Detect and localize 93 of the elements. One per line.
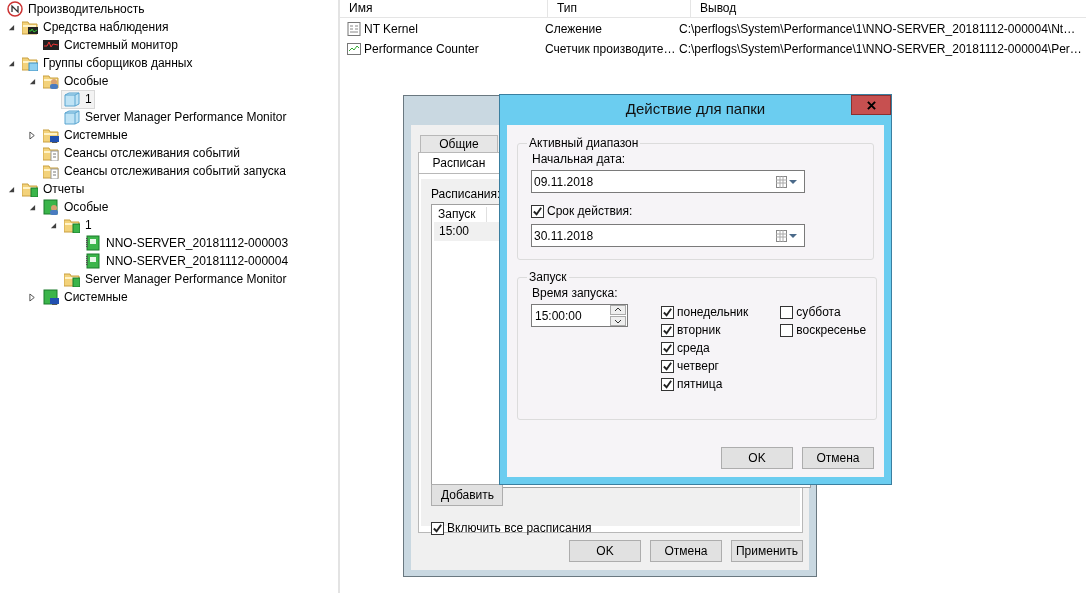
group-title: Запуск: [528, 270, 568, 284]
tab[interactable]: Общие: [420, 135, 498, 152]
checkbox[interactable]: [661, 323, 674, 337]
calendar-dropdown-icon[interactable]: [776, 175, 798, 188]
checkbox-option[interactable]: среда: [661, 339, 749, 357]
checkbox-option[interactable]: понедельник: [661, 303, 749, 321]
folder-icon: [43, 127, 59, 143]
tree-item[interactable]: Производительность: [4, 0, 148, 19]
dialog-button[interactable]: Отмена: [650, 540, 722, 562]
monitor-icon: [43, 37, 59, 53]
checkbox-option[interactable]: вторник: [661, 321, 749, 339]
time-field[interactable]: 15:00:00: [531, 304, 628, 327]
checkbox-option[interactable]: суббота: [780, 303, 867, 321]
report-group-icon: [43, 289, 59, 305]
checkbox[interactable]: [780, 305, 794, 319]
tree-item[interactable]: Системный монитор: [40, 35, 181, 55]
column-header[interactable]: Имя: [340, 0, 548, 17]
folder-icon: [64, 271, 80, 287]
folder-icon: [22, 19, 38, 35]
table-cell-text: Слежение: [544, 21, 603, 36]
tree-item[interactable]: Особые: [40, 71, 112, 91]
schedules-label: Расписания:: [431, 187, 502, 201]
folder-icon: [64, 217, 80, 233]
tree-item[interactable]: NNO-SERVER_20181112-000004: [82, 251, 292, 271]
tree-item[interactable]: Server Manager Performance Monitor: [61, 107, 290, 127]
schedule-row[interactable]: 15:00: [434, 222, 499, 241]
collapse-arrow-icon[interactable]: [29, 77, 36, 85]
tree-item[interactable]: Сеансы отслеживания событий: [40, 143, 243, 163]
tree-item[interactable]: Системные: [40, 125, 131, 145]
folder-icon: [43, 145, 59, 161]
collapse-arrow-icon[interactable]: [8, 185, 15, 193]
tree-item[interactable]: Server Manager Performance Monitor: [61, 269, 290, 289]
tab[interactable]: Расписан: [418, 152, 500, 173]
checkbox[interactable]: [661, 341, 674, 355]
column-header[interactable]: Тип: [548, 0, 691, 17]
group-title: Активный диапазон: [528, 136, 640, 150]
tree-item[interactable]: Системные: [40, 287, 131, 307]
report-icon: [85, 253, 101, 269]
report-group-icon: [43, 199, 59, 215]
dialog-button[interactable]: OK: [721, 447, 793, 469]
expand-arrow-icon[interactable]: [29, 292, 36, 302]
field-label: Начальная дата:: [532, 152, 627, 166]
collapse-arrow-icon[interactable]: [29, 203, 36, 211]
table-cell: NT Kernel: [364, 21, 418, 36]
column-header[interactable]: Вывод: [691, 0, 1086, 17]
spin-down-icon[interactable]: [610, 316, 626, 326]
folder-icon: [43, 73, 59, 89]
document-icon: [347, 21, 361, 36]
dialog-button[interactable]: Применить: [731, 540, 803, 562]
checkbox-option[interactable]: воскресенье: [780, 321, 867, 339]
checkbox[interactable]: [661, 359, 674, 373]
table-cell-text: C:\perflogs\System\Performance\1\NNO-SERVER_20181112-000004\Per…: [678, 41, 1083, 56]
dialog-button[interactable]: Отмена: [802, 447, 874, 469]
cube-icon: [64, 109, 80, 125]
tree-item[interactable]: Сеансы отслеживания событий запуска: [40, 161, 289, 181]
chart-icon: [347, 41, 361, 56]
table-cell: Performance Counter: [364, 41, 479, 56]
window-title: Действие для папки: [625, 100, 766, 117]
tree-item[interactable]: NNO-SERVER_20181112-000003: [82, 233, 292, 253]
report-icon: [85, 235, 101, 251]
add-button[interactable]: Добавить: [431, 484, 503, 506]
checkbox[interactable]: [431, 521, 444, 535]
dialog-button[interactable]: OK: [569, 540, 641, 562]
tree-item[interactable]: 1: [61, 215, 95, 235]
table-cell-text: C:\perflogs\System\Performance\1\NNO-SERVER_20181112-000004\Nt…: [678, 21, 1077, 36]
collapse-arrow-icon[interactable]: [8, 59, 15, 67]
tree-item[interactable]: Группы сборщиков данных: [19, 53, 196, 73]
close-button[interactable]: [851, 95, 891, 115]
checkbox-option[interactable]: Включить все расписания: [431, 521, 800, 535]
date-field[interactable]: 30.11.2018: [531, 224, 805, 247]
collapse-arrow-icon[interactable]: [8, 23, 15, 31]
folder-icon: [22, 55, 38, 71]
tree-item[interactable]: Отчеты: [19, 179, 88, 199]
calendar-dropdown-icon[interactable]: [776, 229, 798, 242]
checkbox[interactable]: [780, 323, 794, 337]
checkbox-option[interactable]: пятница: [661, 375, 749, 393]
checkbox-option[interactable]: четверг: [661, 357, 749, 375]
field-label: Время запуска:: [532, 286, 619, 300]
checkbox-option[interactable]: Срок действия:: [531, 204, 863, 218]
folder-icon: [22, 181, 38, 197]
tree-item[interactable]: Особые: [40, 197, 112, 217]
checkbox[interactable]: [531, 204, 544, 218]
cube-icon: [64, 91, 80, 107]
close-icon: [866, 100, 876, 110]
tree-item[interactable]: 1: [61, 89, 95, 109]
tree-item[interactable]: Средства наблюдения: [19, 17, 172, 37]
folder-icon: [43, 163, 59, 179]
spin-up-icon[interactable]: [610, 305, 626, 315]
expand-arrow-icon[interactable]: [29, 130, 36, 140]
date-field[interactable]: 09.11.2018: [531, 170, 805, 193]
collapse-arrow-icon[interactable]: [50, 221, 57, 229]
checkbox[interactable]: [661, 377, 674, 391]
checkbox[interactable]: [661, 305, 674, 319]
